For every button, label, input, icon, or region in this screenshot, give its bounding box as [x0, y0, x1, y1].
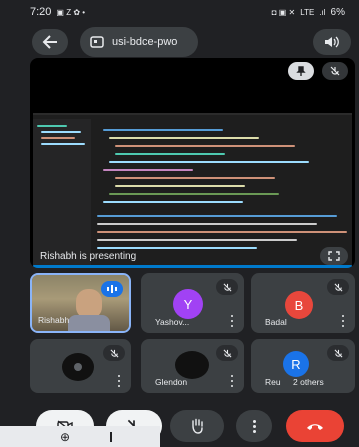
mic-off-icon	[223, 349, 231, 357]
status-bar: 7:20 ▣ Z ✿ • ◘ ▣ ✕ LTE .ıl 6%	[0, 0, 359, 24]
system-overlay-bar: ⊕	[0, 426, 160, 447]
speaking-indicator	[101, 281, 123, 297]
mic-off-icon	[330, 66, 340, 76]
participant-tile[interactable]: B Badal	[251, 273, 355, 333]
network-label: LTE	[300, 7, 315, 17]
fullscreen-icon	[328, 251, 340, 261]
participant-menu-button[interactable]	[117, 375, 121, 387]
more-icon	[252, 419, 256, 423]
participant-mute-indicator	[216, 345, 238, 361]
mic-off-icon	[223, 283, 231, 291]
signal-icon: .ıl	[319, 7, 326, 17]
avatar-initial: R	[291, 356, 301, 372]
code-line	[109, 137, 259, 139]
mic-off-icon	[334, 283, 342, 291]
presentation-view[interactable]: Rishabh is presenting	[30, 58, 355, 268]
code-line	[37, 125, 67, 127]
status-strip	[33, 265, 352, 268]
participant-mute-indicator	[327, 345, 349, 361]
participant-menu-button[interactable]	[341, 315, 345, 327]
participant-avatar	[175, 351, 209, 379]
code-line	[41, 131, 81, 133]
participant-shirt	[68, 315, 110, 331]
participant-mute-indicator	[216, 279, 238, 295]
overlay-divider	[110, 431, 113, 442]
participant-name: Rishabh	[38, 315, 70, 325]
code-line	[97, 231, 347, 233]
hand-icon	[192, 418, 203, 434]
phone-icon	[307, 423, 323, 430]
participant-avatar: Y	[173, 289, 203, 319]
participant-avatar	[62, 353, 94, 381]
audio-output-button[interactable]	[313, 29, 351, 55]
pin-button[interactable]	[288, 62, 314, 80]
avatar-initial: Y	[183, 296, 193, 312]
code-line	[97, 239, 297, 241]
code-line	[103, 169, 193, 171]
code-line	[115, 185, 245, 187]
ide-sidebar	[33, 119, 91, 267]
code-line	[109, 161, 309, 163]
code-line	[41, 137, 75, 139]
status-icons: ◘ ▣ ✕	[271, 7, 296, 17]
speaker-icon	[325, 36, 339, 48]
participant-menu-button[interactable]	[230, 315, 234, 327]
top-bar: usi-bdce-pwo	[0, 27, 359, 57]
mic-off-icon	[334, 349, 342, 357]
participant-menu-button[interactable]	[230, 375, 234, 387]
participant-name: Reu	[265, 377, 281, 387]
participant-avatar: R	[283, 351, 309, 377]
leave-call-button[interactable]	[286, 410, 344, 442]
participant-name: Yashov...	[155, 317, 190, 327]
participant-tile[interactable]: Y Yashov...	[141, 273, 244, 333]
code-line	[97, 223, 317, 225]
pin-icon	[296, 66, 306, 76]
raise-hand-button[interactable]	[170, 410, 224, 442]
others-count: 2 others	[293, 377, 324, 387]
avatar-dot	[74, 363, 82, 371]
code-line	[109, 193, 279, 195]
mic-off-icon	[110, 349, 118, 357]
presenter-mute-indicator	[322, 62, 348, 80]
battery-level: 6%	[330, 6, 345, 18]
others-tile[interactable]: R Reu 2 others	[251, 339, 355, 393]
code-line	[97, 215, 337, 217]
participant-mute-indicator	[327, 279, 349, 295]
meeting-info-chip[interactable]: usi-bdce-pwo	[80, 27, 198, 57]
participant-avatar: B	[285, 291, 313, 319]
participant-tile[interactable]	[30, 339, 131, 393]
fullscreen-button[interactable]	[320, 247, 348, 265]
code-line	[115, 177, 275, 179]
code-line	[115, 153, 225, 155]
code-line	[103, 129, 223, 131]
participant-mute-indicator	[103, 345, 125, 361]
back-button[interactable]	[32, 29, 68, 55]
more-options-button[interactable]	[236, 410, 272, 442]
code-line	[103, 201, 243, 203]
camera-icon	[90, 36, 104, 48]
back-arrow-icon	[42, 35, 57, 49]
meeting-code: usi-bdce-pwo	[112, 36, 178, 48]
participant-tile[interactable]: Rishabh	[30, 273, 131, 333]
code-line	[41, 143, 85, 145]
participant-name: Badal	[265, 317, 287, 327]
participant-tile[interactable]: Glendon	[141, 339, 244, 393]
code-line	[115, 145, 295, 147]
avatar-initial: B	[294, 297, 304, 313]
participant-name: Glendon	[155, 377, 188, 387]
presenting-label: Rishabh is presenting	[40, 251, 137, 262]
code-line	[97, 247, 257, 249]
status-time: 7:20	[30, 6, 52, 18]
shared-screen	[33, 113, 352, 268]
notification-icons: ▣ Z ✿ •	[56, 7, 86, 17]
overlay-icon: ⊕	[60, 429, 71, 444]
